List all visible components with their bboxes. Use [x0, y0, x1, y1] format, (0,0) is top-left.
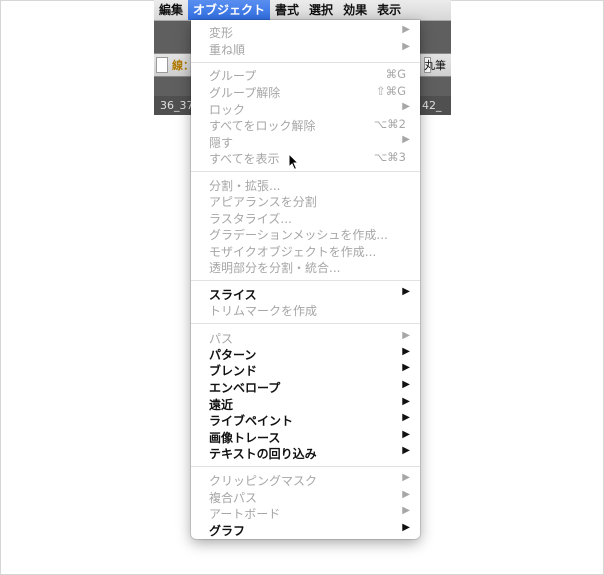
submenu-arrow-icon: ▶: [402, 489, 410, 500]
menu-item-ungroup[interactable]: グループ解除 ⇧⌘G: [191, 83, 420, 100]
menu-separator: [191, 171, 420, 172]
menubar-select[interactable]: 選択: [304, 0, 338, 20]
submenu-arrow-icon: ▶: [402, 286, 410, 297]
menu-item-unlock-all[interactable]: すべてをロック解除 ⌥⌘2: [191, 116, 420, 133]
document-tab-left[interactable]: 36_37: [160, 99, 194, 112]
menu-item-flatten-transparency[interactable]: 透明部分を分割・統合...: [191, 258, 420, 275]
menu-item-mosaic[interactable]: モザイクオブジェクトを作成...: [191, 242, 420, 259]
submenu-arrow-icon: ▶: [402, 134, 410, 145]
submenu-arrow-icon: ▶: [402, 522, 410, 533]
menu-item-text-wrap[interactable]: テキストの回り込み ▶: [191, 444, 420, 461]
menu-item-path[interactable]: パス ▶: [191, 329, 420, 346]
menu-item-trim-marks[interactable]: トリムマークを作成: [191, 301, 420, 318]
menu-item-live-paint[interactable]: ライブペイント ▶: [191, 411, 420, 428]
menu-item-envelope[interactable]: エンベロープ ▶: [191, 378, 420, 395]
menu-item-rasterize[interactable]: ラスタライズ...: [191, 209, 420, 226]
menu-item-clipping-mask[interactable]: クリッピングマスク ▶: [191, 471, 420, 488]
menu-item-arrange[interactable]: 重ね順 ▶: [191, 40, 420, 57]
menu-separator: [191, 280, 420, 281]
submenu-arrow-icon: ▶: [402, 396, 410, 407]
menu-item-perspective[interactable]: 遠近 ▶: [191, 395, 420, 412]
submenu-arrow-icon: ▶: [402, 330, 410, 341]
menu-item-group[interactable]: グループ ⌘G: [191, 66, 420, 83]
mouse-pointer-icon: [288, 153, 300, 171]
document-tab-right[interactable]: 42_: [422, 99, 442, 112]
menu-separator: [191, 466, 420, 467]
submenu-arrow-icon: ▶: [402, 505, 410, 516]
submenu-arrow-icon: ▶: [402, 362, 410, 373]
menu-item-image-trace[interactable]: 画像トレース ▶: [191, 428, 420, 445]
menu-item-lock[interactable]: ロック ▶: [191, 100, 420, 117]
menubar-effect[interactable]: 効果: [338, 0, 372, 20]
menubar-object[interactable]: オブジェクト: [188, 0, 271, 20]
shortcut-label: ⌥⌘2: [373, 117, 406, 131]
submenu-arrow-icon: ▶: [402, 41, 410, 52]
submenu-arrow-icon: ▶: [402, 472, 410, 483]
menu-item-artboards[interactable]: アートボード ▶: [191, 504, 420, 521]
shortcut-label: ⌘G: [385, 67, 406, 81]
menubar-edit[interactable]: 編集: [154, 0, 188, 20]
submenu-arrow-icon: ▶: [402, 445, 410, 456]
object-menu-dropdown: 変形 ▶ 重ね順 ▶ グループ ⌘G グループ解除 ⇧⌘G ロック ▶ すべてを…: [191, 20, 420, 539]
submenu-arrow-icon: ▶: [402, 346, 410, 357]
submenu-arrow-icon: ▶: [402, 412, 410, 423]
submenu-arrow-icon: ▶: [402, 429, 410, 440]
submenu-arrow-icon: ▶: [402, 24, 410, 35]
shortcut-label: ⌥⌘3: [373, 150, 406, 164]
menu-item-expand[interactable]: 分割・拡張...: [191, 176, 420, 193]
menu-item-gradient-mesh[interactable]: グラデーションメッシュを作成...: [191, 225, 420, 242]
menu-item-expand-appearance[interactable]: アピアランスを分割: [191, 192, 420, 209]
menu-separator: [191, 62, 420, 63]
menu-item-show-all[interactable]: すべてを表示 ⌥⌘3: [191, 149, 420, 166]
menu-bar: 編集 オブジェクト 書式 選択 効果 表示: [154, 0, 451, 21]
menu-item-slice[interactable]: スライス ▶: [191, 285, 420, 302]
fill-swatch[interactable]: [156, 57, 168, 73]
menubar-view[interactable]: 表示: [372, 0, 406, 20]
brush-name-label: 丸筆: [424, 59, 446, 72]
menu-item-compound-path[interactable]: 複合パス ▶: [191, 488, 420, 505]
menu-item-hide[interactable]: 隠す ▶: [191, 133, 420, 150]
shortcut-label: ⇧⌘G: [375, 84, 406, 98]
menu-item-transform[interactable]: 変形 ▶: [191, 23, 420, 40]
menu-separator: [191, 323, 420, 324]
menubar-type[interactable]: 書式: [270, 0, 304, 20]
submenu-arrow-icon: ▶: [402, 379, 410, 390]
menu-item-blend[interactable]: ブレンド ▶: [191, 361, 420, 378]
submenu-arrow-icon: ▶: [402, 101, 410, 112]
menu-item-graph[interactable]: グラフ ▶: [191, 521, 420, 538]
menu-item-pattern[interactable]: パターン ▶: [191, 345, 420, 362]
